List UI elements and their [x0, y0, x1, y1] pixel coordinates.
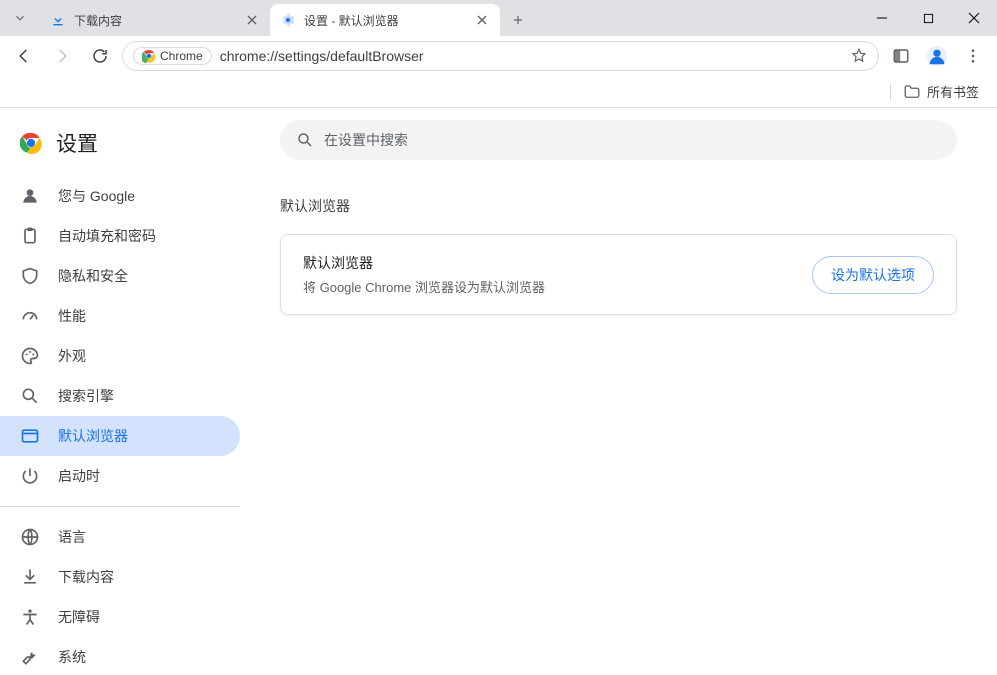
clipboard-icon — [20, 226, 40, 246]
folder-icon — [903, 83, 921, 101]
download-icon — [20, 567, 40, 587]
sidebar-item-label: 语言 — [58, 527, 86, 547]
url-text: chrome://settings/defaultBrowser — [220, 48, 842, 64]
side-panel-button[interactable] — [885, 40, 917, 72]
shield-icon — [20, 266, 40, 286]
settings-sidebar[interactable]: 设置 您与 Google 自动填充和密码 隐私和安全 性能 外观 搜索引擎 — [0, 108, 240, 675]
back-button[interactable] — [8, 40, 40, 72]
browser-toolbar: Chrome chrome://settings/defaultBrowser — [0, 36, 997, 76]
reload-button[interactable] — [84, 40, 116, 72]
sidebar-item-label: 无障碍 — [58, 607, 100, 627]
chevron-down-icon — [13, 11, 27, 25]
sidebar-item-languages[interactable]: 语言 — [0, 517, 240, 557]
kebab-icon — [964, 47, 982, 65]
sidebar-item-privacy[interactable]: 隐私和安全 — [0, 256, 240, 296]
minimize-button[interactable] — [859, 0, 905, 36]
globe-icon — [20, 527, 40, 547]
sidebar-item-you-and-google[interactable]: 您与 Google — [0, 176, 240, 216]
browser-icon — [20, 426, 40, 446]
maximize-button[interactable] — [905, 0, 951, 36]
sidebar-item-label: 您与 Google — [58, 186, 135, 206]
accessibility-icon — [20, 607, 40, 627]
sidebar-item-downloads[interactable]: 下载内容 — [0, 557, 240, 597]
avatar-icon — [926, 45, 948, 67]
site-chip[interactable]: Chrome — [133, 47, 212, 65]
sidebar-item-search-engine[interactable]: 搜索引擎 — [0, 376, 240, 416]
omnibox[interactable]: Chrome chrome://settings/defaultBrowser — [122, 41, 879, 71]
close-icon[interactable] — [244, 12, 260, 28]
divider — [890, 83, 891, 101]
search-icon — [20, 386, 40, 406]
all-bookmarks-label: 所有书签 — [927, 82, 979, 101]
site-chip-label: Chrome — [160, 49, 203, 63]
power-icon — [20, 466, 40, 486]
chrome-logo-icon — [142, 49, 156, 63]
palette-icon — [20, 346, 40, 366]
bookmark-star-button[interactable] — [850, 47, 868, 65]
sidebar-item-label: 性能 — [58, 306, 86, 326]
sidebar-item-autofill[interactable]: 自动填充和密码 — [0, 216, 240, 256]
all-bookmarks-button[interactable]: 所有书签 — [897, 78, 985, 105]
sidebar-item-label: 默认浏览器 — [58, 426, 128, 446]
window-controls — [859, 0, 997, 36]
sidebar-item-label: 外观 — [58, 346, 86, 366]
sidebar-item-label: 隐私和安全 — [58, 266, 128, 286]
settings-brand: 设置 — [0, 120, 240, 176]
close-icon[interactable] — [474, 12, 490, 28]
sidebar-item-system[interactable]: 系统 — [0, 637, 240, 675]
speedometer-icon — [20, 306, 40, 326]
bookmarks-bar: 所有书签 — [0, 76, 997, 108]
make-default-button[interactable]: 设为默认选项 — [812, 256, 934, 294]
settings-search-input[interactable]: 在设置中搜索 — [280, 120, 957, 160]
person-icon — [20, 186, 40, 206]
section-heading: 默认浏览器 — [280, 196, 957, 216]
default-browser-card: 默认浏览器 将 Google Chrome 浏览器设为默认浏览器 设为默认选项 — [280, 234, 957, 315]
tab-settings[interactable]: 设置 - 默认浏览器 — [270, 4, 500, 36]
sidebar-item-label: 下载内容 — [58, 567, 114, 587]
sidebar-item-accessibility[interactable]: 无障碍 — [0, 597, 240, 637]
profile-avatar-button[interactable] — [923, 42, 951, 70]
window-titlebar: 下载内容 设置 - 默认浏览器 — [0, 0, 997, 36]
sidebar-item-label: 搜索引擎 — [58, 386, 114, 406]
divider — [0, 506, 240, 507]
new-tab-button[interactable] — [504, 6, 532, 34]
settings-content: 在设置中搜索 默认浏览器 默认浏览器 将 Google Chrome 浏览器设为… — [240, 108, 997, 675]
search-placeholder: 在设置中搜索 — [324, 130, 408, 150]
close-window-button[interactable] — [951, 0, 997, 36]
search-icon — [296, 131, 314, 149]
download-icon — [50, 12, 66, 28]
sidebar-item-performance[interactable]: 性能 — [0, 296, 240, 336]
star-icon — [850, 47, 868, 65]
sidebar-item-label: 自动填充和密码 — [58, 226, 156, 246]
sidebar-item-label: 系统 — [58, 647, 86, 667]
tab-downloads[interactable]: 下载内容 — [40, 4, 270, 36]
card-subtitle: 将 Google Chrome 浏览器设为默认浏览器 — [303, 277, 545, 296]
plus-icon — [511, 13, 525, 27]
sidebar-item-label: 启动时 — [58, 466, 100, 486]
tab-label: 下载内容 — [74, 12, 244, 29]
card-title: 默认浏览器 — [303, 253, 545, 273]
settings-page: 设置 您与 Google 自动填充和密码 隐私和安全 性能 外观 搜索引擎 — [0, 108, 997, 675]
sidebar-item-on-startup[interactable]: 启动时 — [0, 456, 240, 496]
wrench-icon — [20, 647, 40, 667]
page-title: 设置 — [56, 128, 98, 158]
sidebar-item-default-browser[interactable]: 默认浏览器 — [0, 416, 240, 456]
overflow-menu-button[interactable] — [957, 40, 989, 72]
tab-search-button[interactable] — [0, 0, 40, 36]
tab-label: 设置 - 默认浏览器 — [304, 12, 474, 29]
chrome-logo-icon — [20, 132, 42, 154]
sidebar-item-appearance[interactable]: 外观 — [0, 336, 240, 376]
forward-button[interactable] — [46, 40, 78, 72]
gear-icon — [280, 12, 296, 28]
